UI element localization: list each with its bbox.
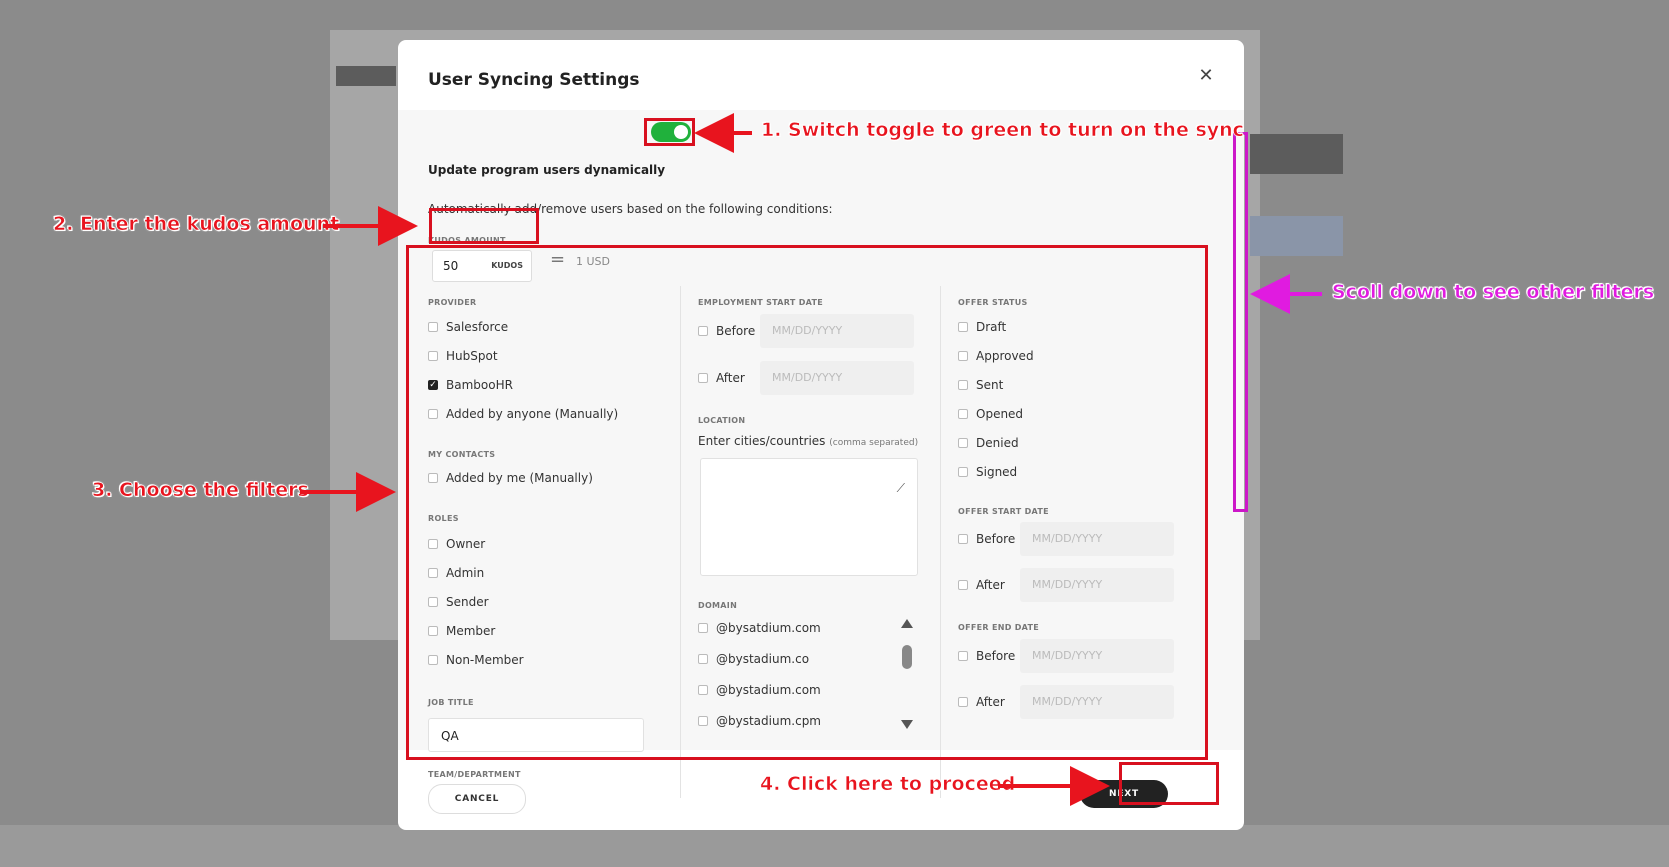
annotation-arrows <box>300 113 1322 806</box>
